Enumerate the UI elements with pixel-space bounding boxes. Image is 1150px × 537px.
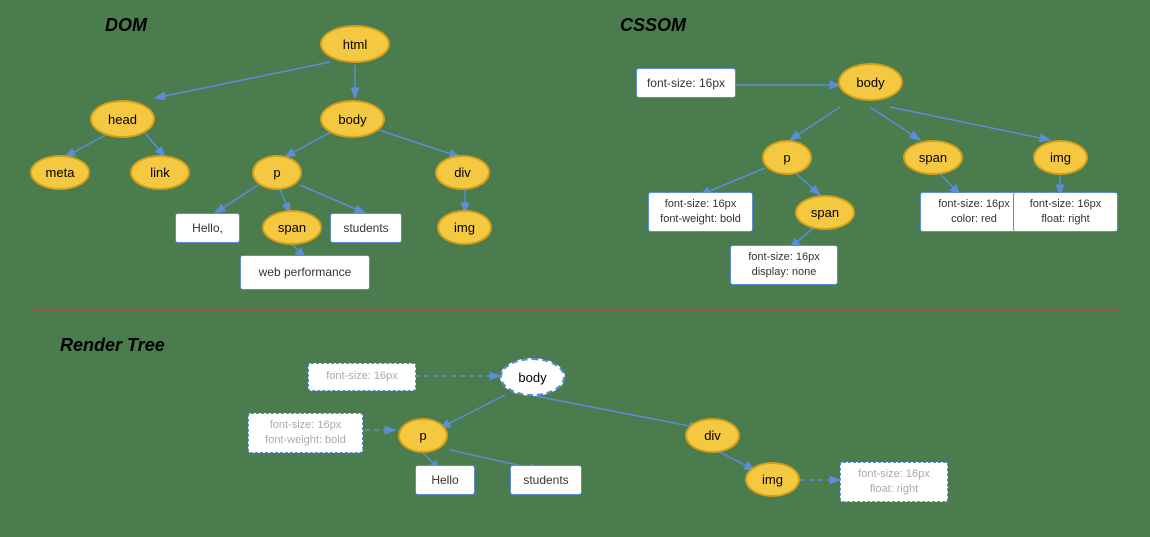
cssom-img-style: font-size: 16pxfloat: right [1013, 192, 1118, 232]
cssom-body: body [838, 63, 903, 101]
rt-img-style-text: font-size: 16pxfloat: right [858, 467, 930, 498]
rt-body-style-text: font-size: 16px [326, 369, 398, 384]
rt-p-style-text: font-size: 16pxfont-weight: bold [265, 418, 346, 449]
cssom-title: CSSOM [620, 15, 686, 36]
dom-students: students [330, 213, 402, 243]
cssom-span-p: span [795, 195, 855, 230]
rt-img: img [745, 462, 800, 497]
section-divider [30, 310, 1120, 311]
dom-head: head [90, 100, 155, 138]
arrows-svg [0, 0, 1150, 537]
dom-meta: meta [30, 155, 90, 190]
render-tree-title: Render Tree [60, 335, 165, 356]
rt-students: students [510, 465, 582, 495]
rt-body-style: font-size: 16px [308, 363, 416, 391]
cssom-span-p-style-text: font-size: 16pxdisplay: none [748, 250, 820, 281]
cssom-span: span [903, 140, 963, 175]
dom-hello: Hello, [175, 213, 240, 243]
dom-link: link [130, 155, 190, 190]
rt-body: body [500, 358, 565, 396]
cssom-span-style: font-size: 16pxcolor: red [920, 192, 1028, 232]
dom-body: body [320, 100, 385, 138]
cssom-img-style-text: font-size: 16pxfloat: right [1030, 197, 1102, 228]
dom-title: DOM [105, 15, 147, 36]
dom-div: div [435, 155, 490, 190]
rt-div: div [685, 418, 740, 453]
dom-html: html [320, 25, 390, 63]
cssom-p: p [762, 140, 812, 175]
rt-p-style: font-size: 16pxfont-weight: bold [248, 413, 363, 453]
cssom-span-style-text: font-size: 16pxcolor: red [938, 197, 1010, 228]
cssom-img: img [1033, 140, 1088, 175]
cssom-p-style: font-size: 16pxfont-weight: bold [648, 192, 753, 232]
dom-web-performance: web performance [240, 255, 370, 290]
rt-p: p [398, 418, 448, 453]
dom-span: span [262, 210, 322, 245]
cssom-span-p-style: font-size: 16pxdisplay: none [730, 245, 838, 285]
dom-img: img [437, 210, 492, 245]
rt-hello: Hello [415, 465, 475, 495]
dom-p: p [252, 155, 302, 190]
rt-img-style: font-size: 16pxfloat: right [840, 462, 948, 502]
cssom-p-style-text: font-size: 16pxfont-weight: bold [660, 197, 741, 228]
cssom-body-style: font-size: 16px [636, 68, 736, 98]
